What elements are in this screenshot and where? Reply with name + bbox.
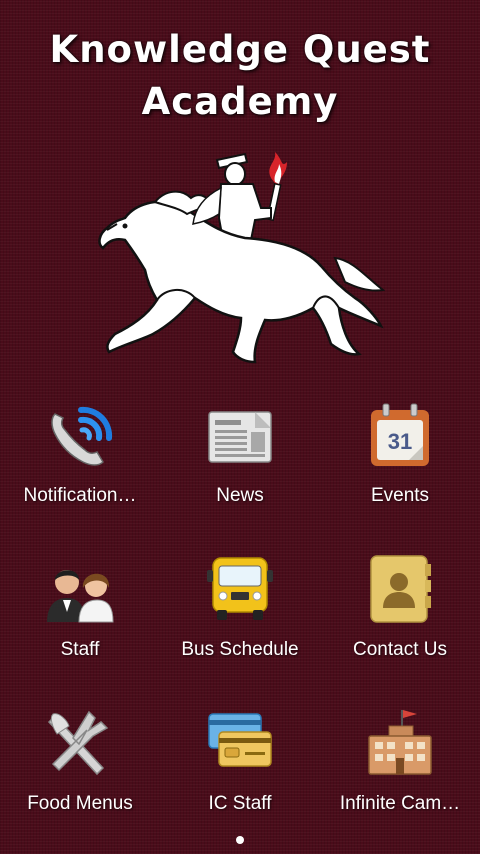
fork-knife-icon <box>47 710 109 776</box>
tile-contact-us[interactable]: Contact Us <box>320 550 480 690</box>
tile-food-menus[interactable]: Food Menus <box>0 704 160 844</box>
tile-infinite-campus[interactable]: Infinite Cam… <box>320 704 480 844</box>
tile-staff-label: Staff <box>60 639 100 660</box>
school-building-icon <box>368 710 432 775</box>
calendar-day-number: 31 <box>388 429 412 454</box>
tile-events[interactable]: 31 Events <box>320 396 480 536</box>
staff-people-icon <box>47 570 114 623</box>
tile-notifications[interactable]: Notification… <box>0 396 160 536</box>
tile-ic-staff-label: IC Staff <box>208 793 272 814</box>
phone-notification-icon <box>51 406 113 466</box>
newspaper-icon <box>208 411 272 463</box>
tile-bus-schedule[interactable]: Bus Schedule <box>160 550 320 690</box>
tile-ic-staff[interactable]: IC Staff <box>160 704 320 844</box>
page-indicator-dot <box>236 836 244 844</box>
tile-infinite-campus-label: Infinite Cam… <box>339 793 461 814</box>
cards-icon <box>208 713 272 767</box>
calendar-icon: 31 <box>371 403 429 466</box>
tile-contact-us-label: Contact Us <box>353 639 447 660</box>
tile-bus-schedule-label: Bus Schedule <box>181 639 299 660</box>
app-title-line1: Knowledge Quest <box>49 28 431 71</box>
horse-rider-torch-mascot-icon <box>98 152 385 364</box>
tile-staff[interactable]: Staff <box>0 550 160 690</box>
tile-notifications-label: Notification… <box>23 485 137 506</box>
tile-news[interactable]: News <box>160 396 320 536</box>
tile-food-menus-label: Food Menus <box>27 793 133 814</box>
contact-book-icon <box>370 555 431 623</box>
school-bus-icon <box>207 557 273 620</box>
app-title-line2: Academy <box>141 80 339 123</box>
tile-events-label: Events <box>370 485 430 506</box>
app-title: Knowledge Quest Academy <box>0 24 480 128</box>
tile-news-label: News <box>216 485 264 506</box>
